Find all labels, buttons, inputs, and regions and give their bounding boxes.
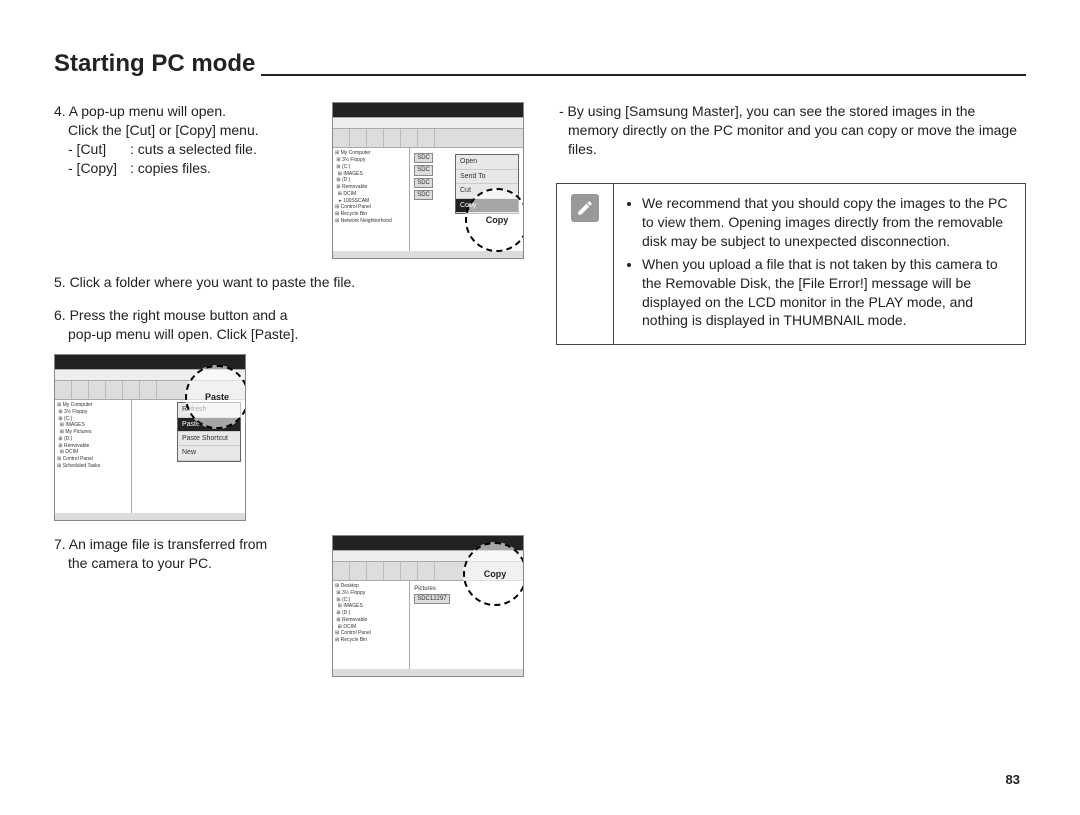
menu-new: New bbox=[178, 446, 240, 460]
copy-desc: : copies files. bbox=[130, 159, 211, 178]
samsung-master-intro: - By using [Samsung Master], you can see… bbox=[568, 102, 1026, 159]
step-4: 4. A pop-up menu will open. Click the [C… bbox=[54, 102, 524, 259]
callout-copy: Copy bbox=[465, 188, 524, 252]
callout-copy-7: Copy bbox=[463, 542, 524, 606]
step-6-lead: 6. Press the right mouse button and a bbox=[54, 306, 524, 325]
page-title: Starting PC mode bbox=[54, 48, 255, 80]
step-7-lead: 7. An image file is transferred from bbox=[54, 535, 320, 554]
menu-open: Open bbox=[456, 155, 518, 169]
title-rule bbox=[261, 74, 1026, 76]
step-6-cont: pop-up menu will open. Click [Paste]. bbox=[68, 325, 524, 344]
step-4-lead: 4. A pop-up menu will open. bbox=[54, 102, 320, 121]
page-number: 83 bbox=[1006, 771, 1020, 789]
note-2: When you upload a file that is not taken… bbox=[642, 255, 1011, 331]
copy-key: - [Copy] bbox=[68, 159, 130, 178]
right-column: - By using [Samsung Master], you can see… bbox=[556, 88, 1026, 677]
menu-paste-shortcut: Paste Shortcut bbox=[178, 432, 240, 446]
step-5: 5. Click a folder where you want to past… bbox=[54, 273, 524, 292]
screenshot-step-7: ⊞ Desktop ⊞ 3½ Floppy ⊞ (C:) ⊞ IMAGES ⊞ … bbox=[332, 535, 524, 677]
pencil-icon bbox=[571, 194, 599, 222]
screenshot-step-6: ⊞ My Computer ⊞ 3½ Floppy ⊞ (C:) ⊞ IMAGE… bbox=[54, 354, 246, 521]
step-6: 6. Press the right mouse button and a po… bbox=[54, 306, 524, 521]
screenshot-step-4: ⊞ My Computer ⊞ 3½ Floppy ⊞ (C:) ⊞ IMAGE… bbox=[332, 102, 524, 259]
step-7-cont: the camera to your PC. bbox=[68, 554, 320, 573]
note-icon bbox=[557, 184, 614, 344]
note-box: We recommend that you should copy the im… bbox=[556, 183, 1026, 345]
step-7: 7. An image file is transferred from the… bbox=[54, 535, 524, 677]
step-5-text: 5. Click a folder where you want to past… bbox=[54, 273, 524, 292]
cut-key: - [Cut] bbox=[68, 140, 130, 159]
step-4-instr: Click the [Cut] or [Copy] menu. bbox=[68, 121, 320, 140]
cut-desc: : cuts a selected file. bbox=[130, 140, 257, 159]
note-1: We recommend that you should copy the im… bbox=[642, 194, 1011, 251]
callout-paste: Paste bbox=[185, 365, 246, 429]
file-chip: SDC12297 bbox=[414, 594, 449, 604]
page-title-row: Starting PC mode bbox=[54, 48, 1026, 80]
left-column: 4. A pop-up menu will open. Click the [C… bbox=[54, 88, 524, 677]
menu-send-to: Send To bbox=[456, 170, 518, 184]
